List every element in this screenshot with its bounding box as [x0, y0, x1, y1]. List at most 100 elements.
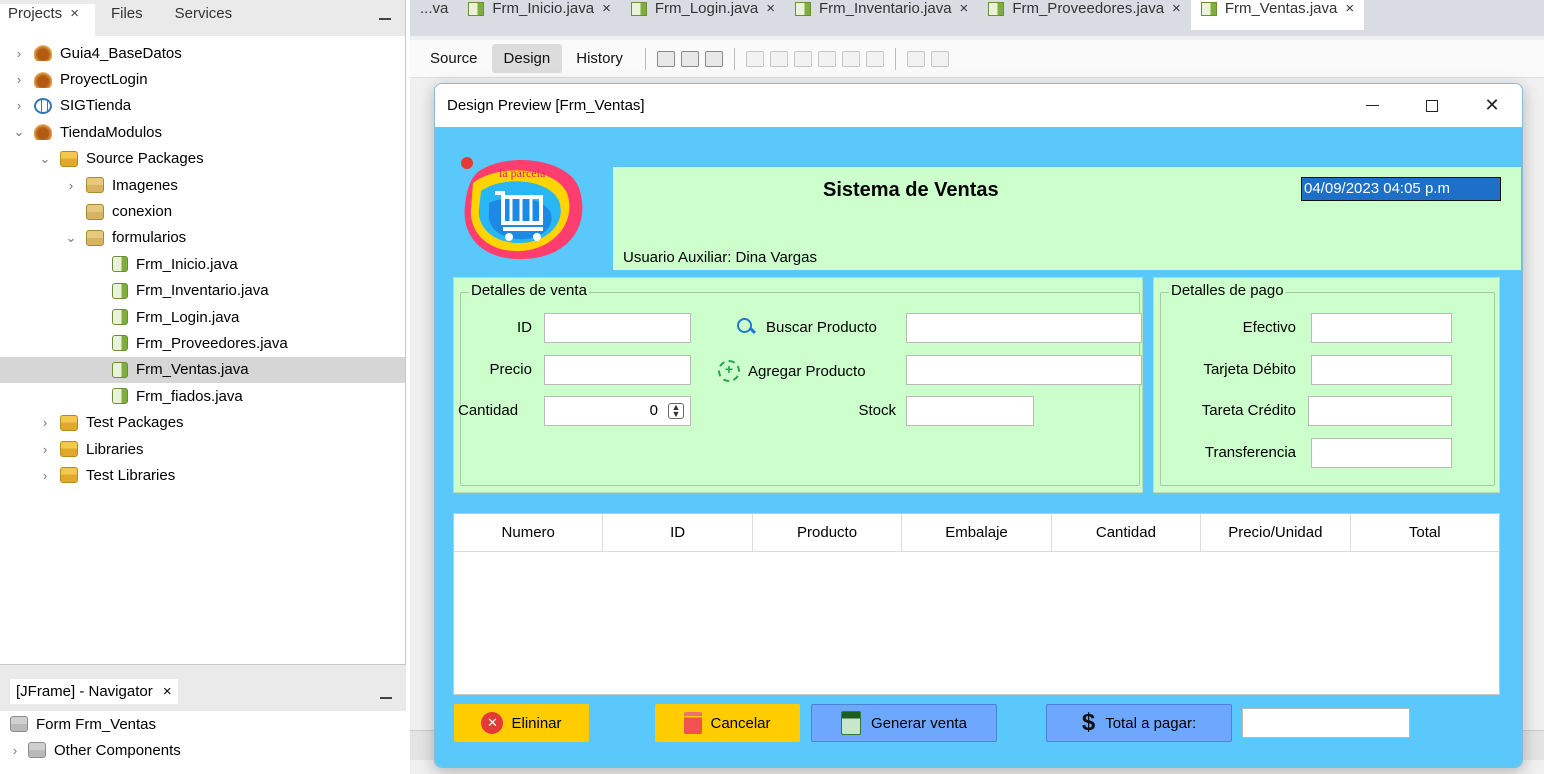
chevron-right-icon[interactable]: ›: [8, 743, 22, 758]
editor-tab[interactable]: Frm_Proveedores.java ×: [978, 0, 1191, 30]
close-icon[interactable]: ×: [1345, 0, 1354, 18]
column-header[interactable]: Numero: [454, 514, 604, 551]
history-button[interactable]: History: [564, 44, 635, 73]
editor-tab[interactable]: Frm_Inicio.java ×: [458, 0, 620, 30]
tree-node[interactable]: Frm_Login.java: [0, 304, 405, 330]
connection-mode-icon[interactable]: [680, 50, 699, 67]
selection-mode-icon[interactable]: [656, 50, 675, 67]
chevron-down-icon[interactable]: ⌄: [38, 151, 52, 167]
tree-node[interactable]: › Guia4_BaseDatos: [0, 40, 405, 66]
add-product-button[interactable]: Agregar Producto: [718, 360, 866, 382]
spinner-arrows-icon[interactable]: ▲ ▼: [668, 403, 684, 419]
cash-input[interactable]: [1311, 313, 1452, 343]
close-button[interactable]: ✕: [1462, 84, 1522, 127]
minimize-button[interactable]: [1342, 84, 1402, 127]
column-header[interactable]: Precio/Unidad: [1201, 514, 1351, 551]
debit-input[interactable]: [1311, 355, 1452, 385]
tab-navigator[interactable]: [JFrame] - Navigator ×: [10, 679, 178, 704]
chevron-right-icon[interactable]: ›: [38, 415, 52, 430]
center-vertically-icon[interactable]: [865, 50, 884, 67]
chevron-right-icon[interactable]: ›: [64, 178, 78, 193]
add-product-input[interactable]: [906, 355, 1142, 385]
editor-tab[interactable]: ...va: [410, 0, 458, 30]
editor-tab[interactable]: Frm_Inventario.java ×: [785, 0, 978, 30]
close-icon[interactable]: ×: [1172, 0, 1181, 18]
close-icon[interactable]: ×: [960, 0, 969, 18]
sales-table[interactable]: Numero ID Producto Embalaje Cantidad Precio/U…: [453, 513, 1500, 695]
tree-node[interactable]: › Imagenes: [0, 172, 405, 198]
tab-projects[interactable]: Projects ×: [0, 4, 95, 36]
navigator-row-other-components[interactable]: › Other Components: [0, 737, 406, 763]
quantity-spinner[interactable]: 0 ▲ ▼: [544, 396, 691, 426]
tree-node[interactable]: › Libraries: [0, 436, 405, 462]
align-bottom-icon[interactable]: [841, 50, 860, 67]
editor-tab-label: ...va: [420, 0, 449, 17]
total-to-pay-input[interactable]: [1242, 708, 1410, 738]
tree-node[interactable]: ⌄ TiendaModulos: [0, 119, 405, 145]
chevron-right-icon[interactable]: ›: [38, 442, 52, 457]
stock-input[interactable]: [906, 396, 1034, 426]
credit-input[interactable]: [1308, 396, 1452, 426]
cancel-button[interactable]: Cancelar: [655, 704, 800, 742]
tree-node[interactable]: › ProyectLogin: [0, 66, 405, 92]
navigator-tabbar: [JFrame] - Navigator ×: [0, 665, 406, 711]
price-input[interactable]: [544, 355, 691, 385]
column-header[interactable]: ID: [603, 514, 753, 551]
close-icon[interactable]: ×: [766, 0, 775, 18]
coffee-cup-icon: [34, 71, 52, 88]
editor-tab[interactable]: Frm_Ventas.java ×: [1190, 0, 1365, 30]
editor-tab[interactable]: Frm_Login.java ×: [621, 0, 785, 30]
tree-node[interactable]: Frm_Inventario.java: [0, 278, 405, 304]
preview-design-icon[interactable]: [704, 50, 723, 67]
tree-node[interactable]: Frm_fiados.java: [0, 383, 405, 409]
id-input[interactable]: [544, 313, 691, 343]
search-product-button[interactable]: Buscar Producto: [736, 317, 877, 337]
source-button[interactable]: Source: [418, 44, 490, 73]
tree-node[interactable]: ⌄ formularios: [0, 225, 405, 251]
close-icon[interactable]: ×: [70, 4, 79, 24]
close-icon[interactable]: ×: [163, 683, 172, 700]
coffee-cup-icon: [34, 45, 52, 62]
total-to-pay-button[interactable]: $ Total a pagar:: [1046, 704, 1232, 742]
align-right-icon[interactable]: [769, 50, 788, 67]
tree-node[interactable]: Frm_Inicio.java: [0, 251, 405, 277]
column-header[interactable]: Total: [1351, 514, 1499, 551]
column-header[interactable]: Producto: [753, 514, 903, 551]
generate-sale-button[interactable]: Generar venta: [811, 704, 997, 742]
tree-node[interactable]: conexion: [0, 198, 405, 224]
tab-services[interactable]: Services: [159, 4, 249, 36]
minimize-icon[interactable]: [379, 18, 391, 20]
tree-node[interactable]: Frm_Proveedores.java: [0, 330, 405, 356]
chevron-down-icon[interactable]: ⌄: [64, 230, 78, 246]
sale-details-panel: Detalles de venta ID Precio Cantidad 0 ▲…: [453, 277, 1143, 493]
tree-node[interactable]: Frm_Ventas.java: [0, 356, 405, 384]
align-left-icon[interactable]: [745, 50, 764, 67]
close-icon[interactable]: ×: [602, 0, 611, 18]
transfer-input[interactable]: [1311, 438, 1452, 468]
column-header[interactable]: Cantidad: [1052, 514, 1202, 551]
navigator-row-form[interactable]: Form Frm_Ventas: [0, 711, 406, 737]
tab-files[interactable]: Files: [95, 4, 159, 36]
maximize-button[interactable]: [1402, 84, 1462, 127]
design-button[interactable]: Design: [491, 44, 563, 73]
align-top-icon[interactable]: [817, 50, 836, 67]
globe-icon: [34, 97, 52, 114]
datetime-field[interactable]: 04/09/2023 04:05 p.m: [1301, 177, 1501, 201]
chevron-right-icon[interactable]: ›: [12, 98, 26, 113]
chevron-right-icon[interactable]: ›: [12, 72, 26, 87]
tree-node[interactable]: › Test Packages: [0, 409, 405, 435]
tree-node[interactable]: › SIGTienda: [0, 93, 405, 119]
chevron-down-icon[interactable]: ⌄: [12, 124, 26, 140]
resize-vertical-icon[interactable]: [930, 50, 949, 67]
minimize-icon[interactable]: [380, 697, 392, 699]
resize-horizontal-icon[interactable]: [906, 50, 925, 67]
search-product-input[interactable]: [906, 313, 1142, 343]
chevron-right-icon[interactable]: ›: [12, 46, 26, 61]
tree-node[interactable]: ⌄ Source Packages: [0, 146, 405, 172]
column-header[interactable]: Embalaje: [902, 514, 1052, 551]
tree-node[interactable]: › Test Libraries: [0, 462, 405, 488]
chevron-right-icon[interactable]: ›: [38, 468, 52, 483]
delete-button[interactable]: ✕ Elininar: [454, 704, 589, 742]
center-horizontally-icon[interactable]: [793, 50, 812, 67]
delete-icon: ✕: [481, 712, 504, 734]
